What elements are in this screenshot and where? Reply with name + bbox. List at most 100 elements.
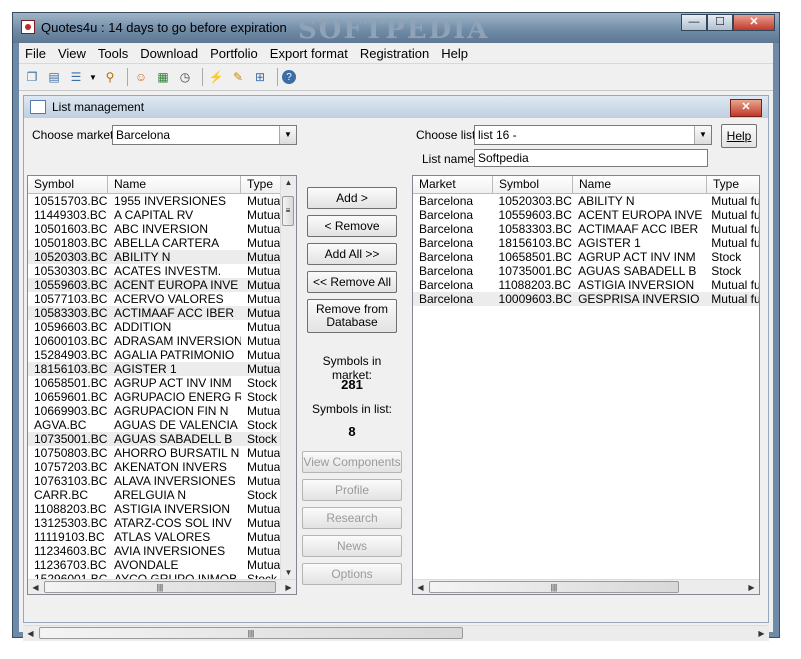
scroll-left-icon[interactable]: ◀ (23, 629, 38, 638)
table-row[interactable]: 10515703.BC 1955 INVERSIONES Mutua (28, 194, 283, 208)
column-header-name[interactable]: Name (573, 176, 707, 193)
table-row[interactable]: 10520303.BC ABILITY N Mutua (28, 250, 283, 264)
news-button[interactable]: News (302, 535, 402, 557)
document-icon[interactable]: ▤ (45, 68, 63, 86)
table-row[interactable]: 10501803.BC ABELLA CARTERA Mutua (28, 236, 283, 250)
table-row[interactable]: Barcelona 10009603.BC GESPRISA INVERSIO Mut… (413, 292, 759, 306)
remove-button[interactable]: < Remove (307, 215, 397, 237)
menu-tools[interactable]: Tools (92, 46, 134, 61)
table-row[interactable]: 13125303.BC ATARZ-COS SOL INV Mutua (28, 516, 283, 530)
clock-icon[interactable]: ◷ (176, 68, 194, 86)
table-row[interactable]: 10559603.BC ACENT EUROPA INVE Mutua (28, 278, 283, 292)
help-button[interactable]: Help (721, 124, 757, 148)
table-row[interactable]: 11449303.BC A CAPITAL RV Mutua (28, 208, 283, 222)
options-button[interactable]: Options (302, 563, 402, 585)
scroll-left-icon[interactable]: ◀ (413, 583, 428, 592)
table-row[interactable]: Barcelona 11088203.BC ASTIGIA INVERSION Mut… (413, 278, 759, 292)
column-header-type[interactable]: Type (241, 176, 281, 193)
help-icon[interactable]: ? (282, 70, 296, 84)
menu-view[interactable]: View (52, 46, 92, 61)
table-row[interactable]: 10763103.BC ALAVA INVERSIONES Mutua (28, 474, 283, 488)
column-header-symbol[interactable]: Symbol (493, 176, 573, 193)
title-bar[interactable]: Quotes4u : 14 days to go before expirati… (13, 13, 779, 45)
main-horizontal-scrollbar[interactable]: ◀ ||| ▶ (23, 625, 769, 641)
add-button[interactable]: Add > (307, 187, 397, 209)
table-row[interactable]: 10750803.BC AHORRO BURSATIL N Mutua (28, 446, 283, 460)
table-row[interactable]: Barcelona 10735001.BC AGUAS SABADELL B Stoc… (413, 264, 759, 278)
child-close-button[interactable]: ✕ (730, 99, 762, 117)
vertical-scrollbar[interactable]: ▲ ≡ ▼ (280, 176, 296, 579)
table-row[interactable]: Barcelona 10658501.BC AGRUP ACT INV INM Sto… (413, 250, 759, 264)
table-row[interactable]: CARR.BC ARELGUIA N Stock (28, 488, 283, 502)
copy-icon[interactable]: ❐ (23, 68, 41, 86)
table-row[interactable]: 10530303.BC ACATES INVESTM. Mutua (28, 264, 283, 278)
scroll-thumb[interactable]: ≡ (282, 196, 294, 226)
scroll-left-icon[interactable]: ◀ (28, 583, 43, 592)
scroll-right-icon[interactable]: ▶ (744, 583, 759, 592)
network-icon[interactable]: ⊞ (251, 68, 269, 86)
search-icon[interactable]: ⚲ (101, 68, 119, 86)
people-icon[interactable]: ☺ (132, 68, 150, 86)
table-row[interactable]: 10501603.BC ABC INVERSION Mutua (28, 222, 283, 236)
table-row[interactable]: 10659601.BC AGRUPACIO ENERG R Stock (28, 390, 283, 404)
add-all-button[interactable]: Add All >> (307, 243, 397, 265)
edit-icon[interactable]: ✎ (229, 68, 247, 86)
horizontal-scrollbar[interactable]: ◀ ||| ▶ (28, 579, 296, 594)
table-row[interactable]: Barcelona 10559603.BC ACENT EUROPA INVE Mut… (413, 208, 759, 222)
table-row[interactable]: 11236703.BC AVONDALE Mutua (28, 558, 283, 572)
scroll-right-icon[interactable]: ▶ (754, 629, 769, 638)
list-select[interactable]: list 16 - ▼ (474, 125, 712, 145)
menu-file[interactable]: File (19, 46, 52, 61)
table-row[interactable]: 10735001.BC AGUAS SABADELL B Stock (28, 432, 283, 446)
column-header-symbol[interactable]: Symbol (28, 176, 108, 193)
column-header-name[interactable]: Name (108, 176, 241, 193)
dropdown-arrow-icon[interactable]: ▼ (89, 68, 97, 86)
table-row[interactable]: 10658501.BC AGRUP ACT INV INM Stock (28, 376, 283, 390)
table-row[interactable]: 10577103.BC ACERVO VALORES Mutua (28, 292, 283, 306)
scroll-thumb[interactable]: ||| (39, 627, 463, 639)
column-header-market[interactable]: Market (413, 176, 493, 193)
app-icon[interactable] (21, 20, 35, 34)
column-header-type[interactable]: Type (707, 176, 759, 193)
scroll-right-icon[interactable]: ▶ (281, 583, 296, 592)
table-row[interactable]: 10600103.BC ADRASAM INVERSION Mutua (28, 334, 283, 348)
table-row[interactable]: AGVA.BC AGUAS DE VALENCIA Stock (28, 418, 283, 432)
table-row[interactable]: 10757203.BC AKENATON INVERS Mutua (28, 460, 283, 474)
table-row[interactable]: Barcelona 10520303.BC ABILITY N Mutual fu (413, 194, 759, 208)
chevron-down-icon[interactable]: ▼ (694, 126, 711, 144)
research-button[interactable]: Research (302, 507, 402, 529)
scroll-thumb[interactable]: ||| (429, 581, 679, 593)
view-components-button[interactable]: View Components (302, 451, 402, 473)
chevron-down-icon[interactable]: ▼ (279, 126, 296, 144)
close-button[interactable]: ✕ (733, 14, 775, 31)
table-row[interactable]: 18156103.BC AGISTER 1 Mutua (28, 362, 283, 376)
menu-export-format[interactable]: Export format (264, 46, 354, 61)
market-select[interactable]: Barcelona ▼ (112, 125, 297, 145)
table-row[interactable]: 11119103.BC ATLAS VALORES Mutua (28, 530, 283, 544)
scroll-thumb[interactable]: ||| (44, 581, 276, 593)
table-row[interactable]: 10583303.BC ACTIMAAF ACC IBER Mutua (28, 306, 283, 320)
scroll-up-icon[interactable]: ▲ (281, 178, 296, 187)
remove-from-database-button[interactable]: Remove from Database (307, 299, 397, 333)
maximize-button[interactable]: ☐ (707, 14, 733, 31)
profile-button[interactable]: Profile (302, 479, 402, 501)
chart-icon[interactable]: ▦ (154, 68, 172, 86)
menu-portfolio[interactable]: Portfolio (204, 46, 264, 61)
list-icon[interactable]: ☰ (67, 68, 85, 86)
table-row[interactable]: 10596603.BC ADDITION Mutua (28, 320, 283, 334)
list-name-input[interactable]: Softpedia (474, 149, 708, 167)
menu-registration[interactable]: Registration (354, 46, 435, 61)
remove-all-button[interactable]: << Remove All (307, 271, 397, 293)
table-row[interactable]: 11234603.BC AVIA INVERSIONES Mutua (28, 544, 283, 558)
menu-download[interactable]: Download (134, 46, 204, 61)
table-row[interactable]: 11088203.BC ASTIGIA INVERSION Mutua (28, 502, 283, 516)
scroll-down-icon[interactable]: ▼ (281, 568, 296, 577)
menu-help[interactable]: Help (435, 46, 474, 61)
horizontal-scrollbar[interactable]: ◀ ||| ▶ (413, 579, 759, 594)
table-row[interactable]: 15284903.BC AGALIA PATRIMONIO Mutua (28, 348, 283, 362)
lightning-icon[interactable]: ⚡ (207, 68, 225, 86)
minimize-button[interactable]: — (681, 14, 707, 31)
table-row[interactable]: 10669903.BC AGRUPACION FIN N Mutua (28, 404, 283, 418)
table-row[interactable]: Barcelona 10583303.BC ACTIMAAF ACC IBER Mut… (413, 222, 759, 236)
table-row[interactable]: Barcelona 18156103.BC AGISTER 1 Mutual fu (413, 236, 759, 250)
